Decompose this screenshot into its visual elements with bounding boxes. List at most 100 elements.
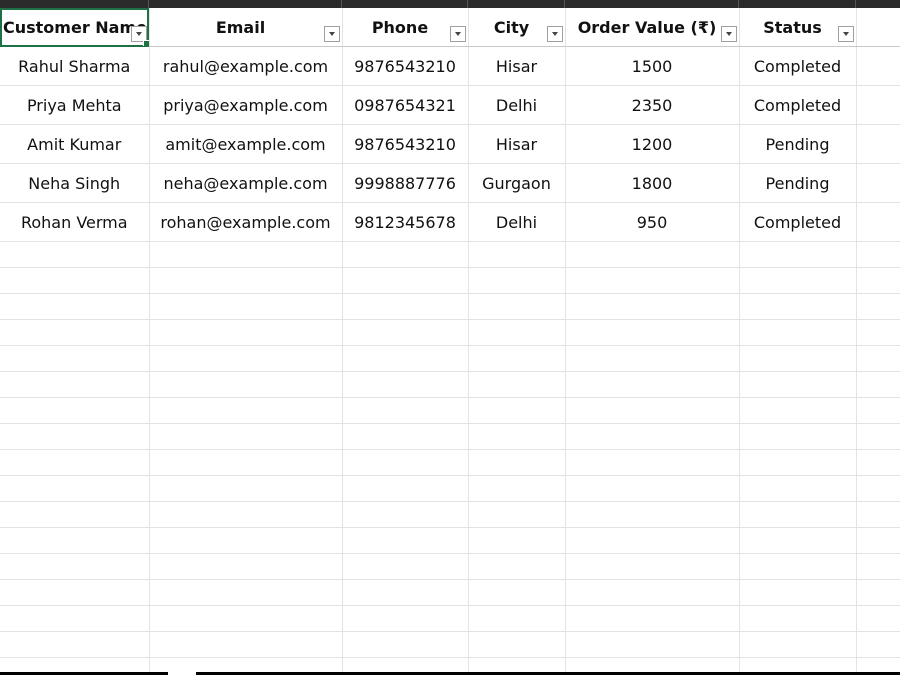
empty-cell[interactable] [0,267,150,294]
empty-cell[interactable] [739,631,857,658]
empty-cell[interactable] [342,527,469,554]
empty-cell[interactable] [565,449,740,476]
empty-cell[interactable] [565,293,740,320]
table-cell[interactable]: Hisar [468,46,566,86]
empty-cell[interactable] [149,605,343,632]
filter-dropdown-button[interactable] [546,26,563,42]
empty-cell[interactable] [856,527,900,554]
table-cell[interactable]: 9876543210 [342,124,469,164]
table-cell[interactable]: neha@example.com [149,163,343,203]
empty-cell[interactable] [0,631,150,658]
empty-cell[interactable] [149,475,343,502]
empty-cell[interactable] [856,631,900,658]
empty-cell[interactable] [856,579,900,606]
header-cell-customer-name[interactable]: Customer Name [0,8,150,47]
header-cell-empty[interactable] [856,8,900,47]
filter-dropdown-button[interactable] [720,26,737,42]
empty-cell[interactable] [468,345,566,372]
empty-cell[interactable] [342,267,469,294]
empty-cell[interactable] [565,527,740,554]
header-cell-email[interactable]: Email [149,8,343,47]
table-cell[interactable] [856,46,900,86]
empty-cell[interactable] [739,397,857,424]
empty-cell[interactable] [0,345,150,372]
empty-cell[interactable] [0,553,150,580]
table-cell[interactable]: 2350 [565,85,740,125]
empty-cell[interactable] [149,293,343,320]
empty-cell[interactable] [739,527,857,554]
empty-cell[interactable] [739,345,857,372]
empty-cell[interactable] [856,267,900,294]
empty-cell[interactable] [565,397,740,424]
empty-cell[interactable] [0,241,150,268]
empty-cell[interactable] [342,241,469,268]
table-cell[interactable]: Priya Mehta [0,85,150,125]
empty-cell[interactable] [565,371,740,398]
header-cell-order-value[interactable]: Order Value (₹) [565,8,740,47]
empty-cell[interactable] [0,579,150,606]
empty-cell[interactable] [468,501,566,528]
empty-cell[interactable] [149,397,343,424]
empty-cell[interactable] [468,241,566,268]
empty-cell[interactable] [565,319,740,346]
empty-cell[interactable] [468,579,566,606]
empty-cell[interactable] [342,579,469,606]
empty-cell[interactable] [739,579,857,606]
empty-cell[interactable] [739,293,857,320]
empty-cell[interactable] [0,475,150,502]
empty-cell[interactable] [856,449,900,476]
empty-cell[interactable] [856,397,900,424]
empty-cell[interactable] [856,605,900,632]
table-cell[interactable]: Amit Kumar [0,124,150,164]
table-cell[interactable]: 1800 [565,163,740,203]
table-cell[interactable]: 1500 [565,46,740,86]
table-cell[interactable] [856,202,900,242]
header-cell-status[interactable]: Status [739,8,857,47]
empty-cell[interactable] [468,371,566,398]
empty-cell[interactable] [149,527,343,554]
header-cell-city[interactable]: City [468,8,566,47]
empty-cell[interactable] [565,267,740,294]
empty-cell[interactable] [739,371,857,398]
table-cell[interactable]: Delhi [468,202,566,242]
empty-cell[interactable] [342,449,469,476]
table-cell[interactable]: Gurgaon [468,163,566,203]
table-cell[interactable]: Neha Singh [0,163,150,203]
empty-cell[interactable] [468,605,566,632]
empty-cell[interactable] [342,397,469,424]
empty-cell[interactable] [342,293,469,320]
empty-cell[interactable] [565,475,740,502]
empty-cell[interactable] [565,553,740,580]
empty-cell[interactable] [149,267,343,294]
empty-cell[interactable] [342,553,469,580]
empty-cell[interactable] [565,657,740,672]
empty-cell[interactable] [739,553,857,580]
empty-cell[interactable] [565,631,740,658]
empty-cell[interactable] [856,501,900,528]
table-cell[interactable]: rohan@example.com [149,202,343,242]
empty-cell[interactable] [739,475,857,502]
filter-dropdown-button[interactable] [837,26,854,42]
empty-cell[interactable] [856,319,900,346]
table-cell[interactable]: Completed [739,85,857,125]
table-cell[interactable]: amit@example.com [149,124,343,164]
empty-cell[interactable] [468,527,566,554]
table-cell[interactable]: 1200 [565,124,740,164]
empty-cell[interactable] [149,449,343,476]
empty-cell[interactable] [342,605,469,632]
empty-cell[interactable] [468,631,566,658]
table-cell[interactable]: Completed [739,46,857,86]
empty-cell[interactable] [856,293,900,320]
empty-cell[interactable] [342,501,469,528]
table-cell[interactable]: 9812345678 [342,202,469,242]
empty-cell[interactable] [565,605,740,632]
empty-cell[interactable] [149,371,343,398]
empty-cell[interactable] [856,657,900,672]
empty-cell[interactable] [468,397,566,424]
empty-cell[interactable] [0,605,150,632]
empty-cell[interactable] [342,657,469,672]
table-cell[interactable]: Pending [739,163,857,203]
empty-cell[interactable] [149,241,343,268]
empty-cell[interactable] [468,449,566,476]
empty-cell[interactable] [0,527,150,554]
